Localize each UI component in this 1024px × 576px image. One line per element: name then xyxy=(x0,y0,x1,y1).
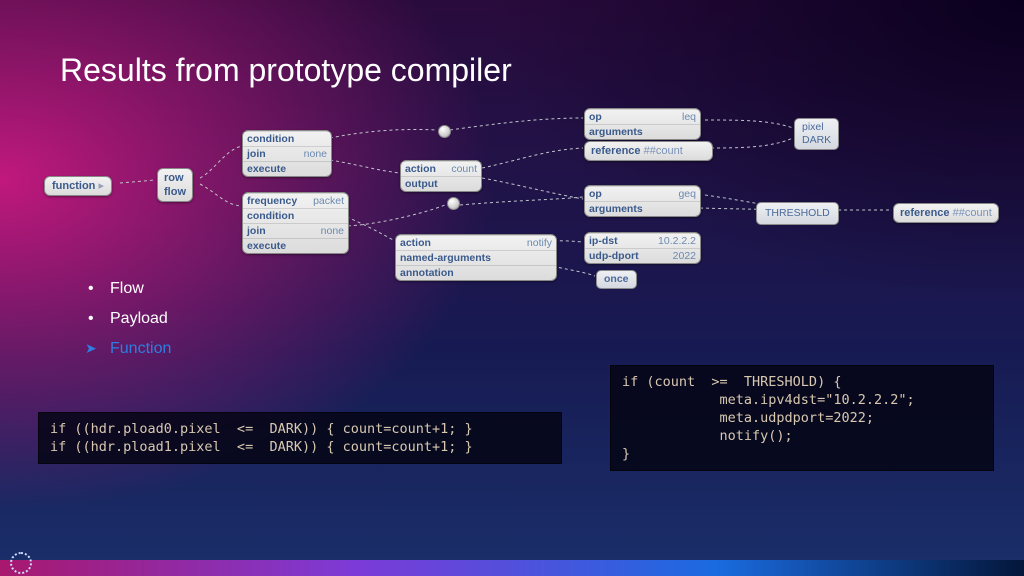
list-item-function: Function xyxy=(88,340,171,358)
enum-pixel-dark: pixelDARK xyxy=(794,118,839,150)
feature-list: Flow Payload Function xyxy=(88,280,171,370)
footer-bar xyxy=(0,560,1024,576)
node-reference-1: reference ##count xyxy=(584,141,713,161)
enum-threshold: THRESHOLD xyxy=(756,202,839,225)
node-row-flow: row flow xyxy=(157,168,193,202)
code-block-right: if (count >= THRESHOLD) { meta.ipv4dst="… xyxy=(610,365,994,471)
node-freq-cond-join-exec: frequencypacket condition joinnone execu… xyxy=(242,192,349,254)
node-ipdst: ip-dst10.2.2.2 udp-dport2022 xyxy=(584,232,701,264)
enum-once: once xyxy=(596,270,637,289)
node-op-geq: opgeq arguments xyxy=(584,185,701,217)
node-cond-join-exec-1: condition joinnone execute xyxy=(242,130,332,177)
code-block-left: if ((hdr.pload0.pixel <= DARK)) { count=… xyxy=(38,412,562,464)
node-function: function ▸ xyxy=(44,176,112,196)
list-item-payload: Payload xyxy=(88,310,171,328)
dot-2 xyxy=(447,197,460,210)
slide-title: Results from prototype compiler xyxy=(60,52,512,89)
node-reference-2: reference ##count xyxy=(893,203,999,223)
gear-icon xyxy=(10,552,32,574)
dot-1 xyxy=(438,125,451,138)
node-op-leq: opleq arguments xyxy=(584,108,701,140)
list-item-flow: Flow xyxy=(88,280,171,298)
node-action-count: actioncount output xyxy=(400,160,482,192)
node-action-notify: actionnotify named-arguments annotation xyxy=(395,234,557,281)
